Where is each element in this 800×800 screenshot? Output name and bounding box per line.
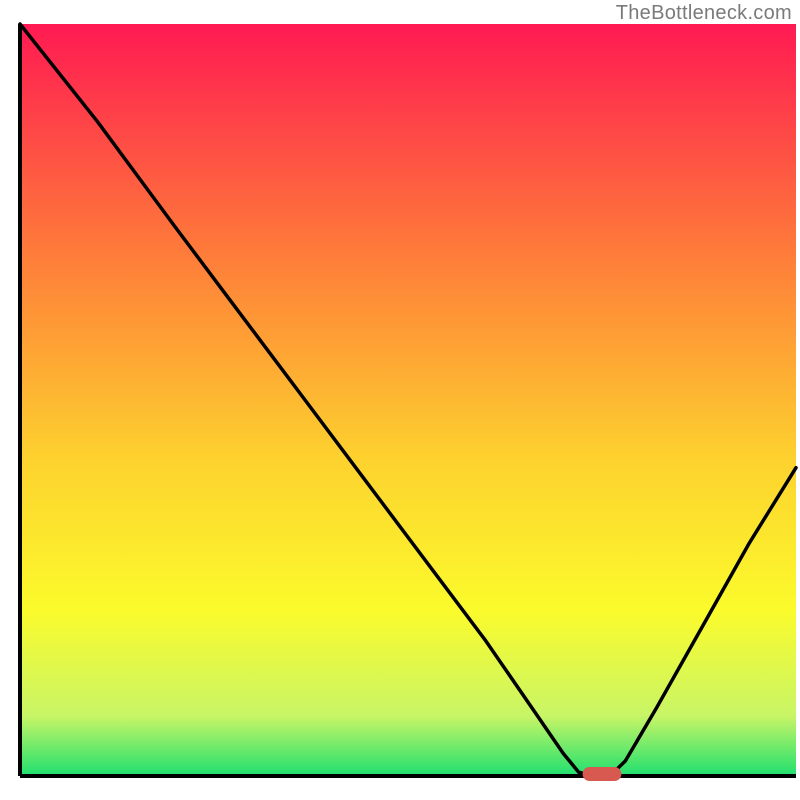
- gradient-background: [20, 24, 796, 776]
- bottleneck-chart: [0, 0, 800, 800]
- watermark-text: TheBottleneck.com: [616, 2, 792, 25]
- optimum-marker: [583, 767, 622, 781]
- chart-container: TheBottleneck.com: [0, 0, 800, 800]
